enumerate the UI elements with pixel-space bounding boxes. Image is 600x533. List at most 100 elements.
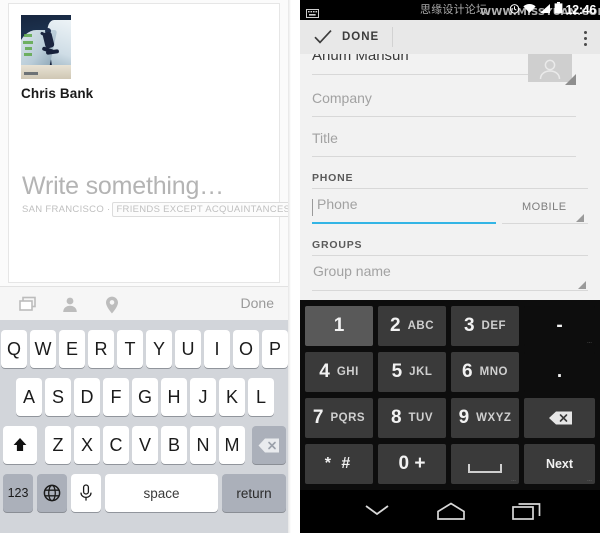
keypad-key-4[interactable]: 4 GHI [305, 352, 373, 392]
done-button[interactable]: Done [241, 295, 274, 311]
keypad-key-6[interactable]: 6 MNO [451, 352, 519, 392]
phone-section-label: PHONE [312, 172, 354, 184]
return-key[interactable]: return [222, 474, 286, 512]
keypad-key-period[interactable]: . [524, 352, 595, 392]
done-action-button[interactable]: DONE [342, 31, 379, 43]
nav-bar [300, 490, 600, 533]
title-field-row[interactable]: Title [312, 130, 576, 164]
space-key[interactable]: space [105, 474, 218, 512]
key-C[interactable]: C [103, 426, 129, 464]
android-panel: 思缘设计论坛 WWW.MISSYUAN.COM 12:46 DONE Anum … [300, 0, 600, 533]
profile-name: Chris Bank [21, 86, 94, 101]
key-V[interactable]: V [132, 426, 158, 464]
location-label[interactable]: SAN FRANCISCO · [22, 204, 110, 215]
location-pin-icon[interactable] [102, 295, 122, 315]
status-clock: 12:46 [565, 3, 597, 17]
key-M[interactable]: M [219, 426, 245, 464]
key-D[interactable]: D [74, 378, 100, 416]
groups-section-label: GROUPS [312, 239, 363, 251]
spacebar-glyph [468, 463, 502, 473]
key-S[interactable]: S [45, 378, 71, 416]
alarm-icon [509, 1, 520, 19]
keypad-next-key[interactable]: Next … [524, 444, 595, 484]
phone-type-label[interactable]: MOBILE [522, 201, 567, 213]
compose-placeholder[interactable]: Write something… [22, 172, 224, 201]
keypad-key-dash[interactable]: - … [524, 306, 595, 346]
keypad-key-8[interactable]: 8 TUV [378, 398, 446, 438]
status-icons: 12:46 [509, 2, 596, 18]
photo-corner-indicator [565, 74, 576, 85]
android-keypad: 1 2 ABC 3 DEF - … 4 GHI 5 JKL 6 MNO . 7 … [300, 300, 600, 490]
key-J[interactable]: J [190, 378, 216, 416]
keyboard-row-4: 123 space return [0, 474, 288, 512]
keypad-space-key[interactable]: … [451, 444, 519, 484]
keyboard-row-2: A S D F G H J K L [0, 378, 288, 416]
phone-field-row[interactable]: Phone MOBILE [312, 196, 588, 230]
keypad-key-2[interactable]: 2 ABC [378, 306, 446, 346]
key-H[interactable]: H [161, 378, 187, 416]
phone-type-spinner-icon[interactable] [576, 214, 584, 222]
key-F[interactable]: F [103, 378, 129, 416]
backspace-key[interactable] [252, 426, 286, 464]
hide-keyboard-icon[interactable] [362, 502, 392, 523]
signal-icon [539, 1, 551, 19]
key-I[interactable]: I [204, 330, 230, 368]
globe-icon[interactable] [37, 474, 67, 512]
screenshot-stage: Chris Bank Write something… SAN FRANCISC… [0, 0, 600, 533]
watermark-cn: 思缘设计论坛 [420, 3, 488, 16]
name-field-row[interactable]: Anum Mansuri [312, 54, 576, 85]
keypad-backspace-key[interactable] [524, 398, 595, 438]
audience-badge[interactable]: FRIENDS EXCEPT ACQUAINTANCES [112, 202, 288, 217]
key-N[interactable]: N [190, 426, 216, 464]
key-Y[interactable]: Y [146, 330, 172, 368]
tag-person-icon[interactable] [60, 295, 80, 315]
keypad-key-5[interactable]: 5 JKL [378, 352, 446, 392]
key-G[interactable]: G [132, 378, 158, 416]
key-A[interactable]: A [16, 378, 42, 416]
compose-meta: SAN FRANCISCO · FRIENDS EXCEPT ACQUAINTAN… [22, 202, 288, 217]
key-Q[interactable]: Q [1, 330, 27, 368]
keypad-key-7[interactable]: 7 PQRS [305, 398, 373, 438]
overflow-menu-icon[interactable] [584, 31, 588, 47]
compose-card[interactable]: Chris Bank Write something… SAN FRANCISC… [8, 3, 288, 283]
name-value[interactable]: Anum Mansuri [312, 54, 409, 64]
group-field-row[interactable]: Group name [312, 263, 588, 297]
group-spinner-icon[interactable] [578, 281, 586, 289]
phone-input[interactable]: Phone [317, 196, 357, 212]
battery-icon [554, 1, 563, 19]
compose-toolbar: Done [0, 286, 288, 322]
company-field-row[interactable]: Company [312, 90, 576, 124]
key-O[interactable]: O [233, 330, 259, 368]
numbers-key[interactable]: 123 [3, 474, 33, 512]
key-R[interactable]: R [88, 330, 114, 368]
key-E[interactable]: E [59, 330, 85, 368]
keyboard-icon [306, 5, 319, 18]
key-X[interactable]: X [74, 426, 100, 464]
key-K[interactable]: K [219, 378, 245, 416]
contact-photo-placeholder[interactable] [528, 54, 576, 85]
avatar[interactable] [21, 15, 71, 79]
keyboard-row-3: Z X C V B N M [0, 426, 288, 464]
shift-key[interactable] [3, 426, 37, 464]
checkmark-icon[interactable] [314, 29, 332, 45]
keypad-key-3[interactable]: 3 DEF [451, 306, 519, 346]
company-input[interactable]: Company [312, 90, 372, 106]
group-name-input[interactable]: Group name [313, 263, 391, 279]
home-icon[interactable] [435, 502, 467, 525]
keypad-key-9[interactable]: 9 WXYZ [451, 398, 519, 438]
key-W[interactable]: W [30, 330, 56, 368]
dictation-mic-icon[interactable] [71, 474, 101, 512]
key-U[interactable]: U [175, 330, 201, 368]
key-Z[interactable]: Z [45, 426, 71, 464]
key-T[interactable]: T [117, 330, 143, 368]
key-L[interactable]: L [248, 378, 274, 416]
keypad-key-1[interactable]: 1 [305, 306, 373, 346]
title-input[interactable]: Title [312, 130, 338, 146]
photo-icon[interactable] [18, 295, 38, 315]
contact-form: Anum Mansuri Company Title PHONE Phone M… [300, 54, 600, 300]
keypad-key-star-hash[interactable]: * # [305, 444, 373, 484]
recent-apps-icon[interactable] [512, 502, 542, 525]
key-B[interactable]: B [161, 426, 187, 464]
key-P[interactable]: P [262, 330, 288, 368]
keypad-key-0[interactable]: 0 + [378, 444, 446, 484]
